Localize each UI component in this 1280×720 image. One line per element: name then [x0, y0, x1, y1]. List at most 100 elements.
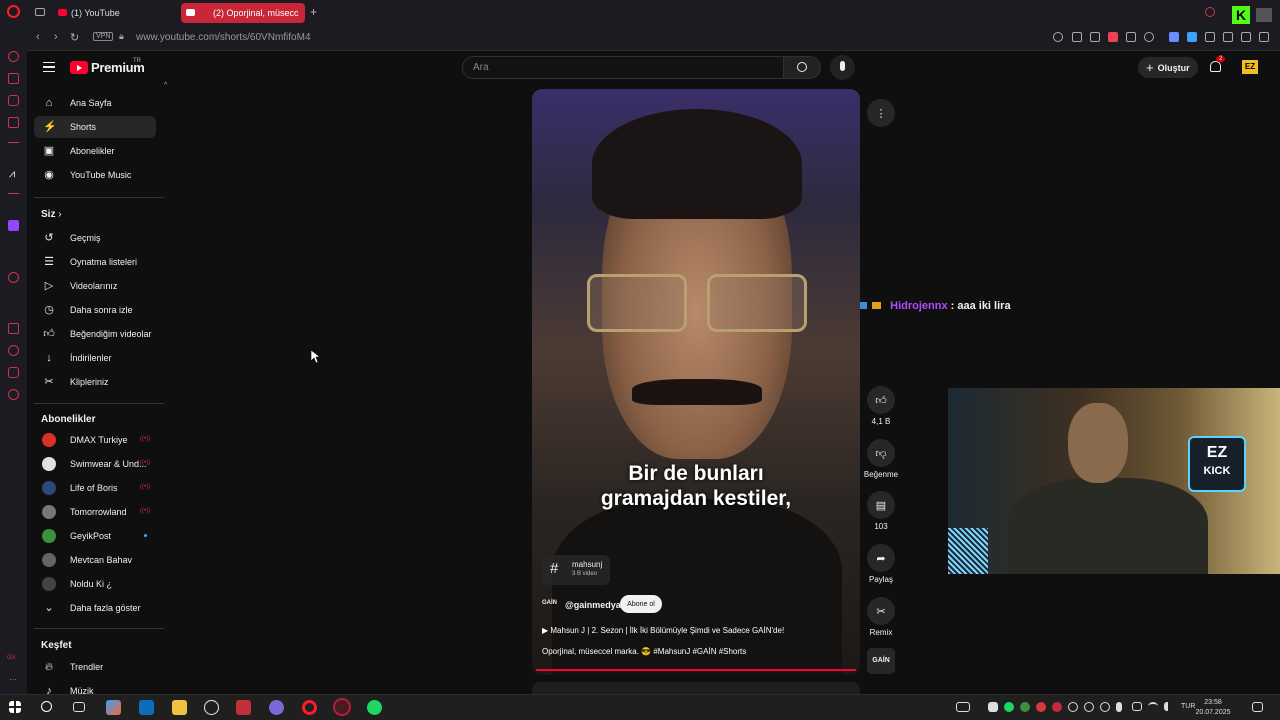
gx-icon[interactable]: GX [7, 655, 16, 661]
tray-discord-icon[interactable] [988, 702, 998, 712]
snapshot-icon[interactable] [1090, 32, 1100, 42]
more-options-button[interactable]: ⋮ [867, 99, 895, 127]
instagram-icon[interactable] [8, 95, 19, 106]
sidebar-item-like[interactable]: 👍︎ Beğendiğim videolar [34, 323, 156, 345]
sidebar-item-subscription[interactable]: Noldu Ki ¿ [34, 573, 156, 595]
sidebar-item-music[interactable]: ◉ YouTube Music [34, 164, 156, 186]
sidebar-item-subscription[interactable]: DMAX Turkiye ((•)) [34, 429, 156, 451]
display-icon[interactable] [1132, 702, 1142, 711]
sound-icon[interactable] [1169, 32, 1179, 42]
tray-app-icon[interactable] [1020, 702, 1030, 712]
like-button[interactable]: 👍︎ [867, 386, 895, 414]
opera-logo-icon[interactable] [7, 5, 20, 18]
tray-app-icon[interactable] [1084, 702, 1094, 712]
channel-thumbnail[interactable]: GAİN [867, 648, 895, 674]
sidebar-scroll-up-icon[interactable]: ^ [164, 82, 167, 89]
settings-icon[interactable] [8, 389, 19, 400]
sidebar-item-home[interactable]: ⌂ Ana Sayfa [34, 92, 156, 114]
channel-avatar[interactable]: GAİN [542, 600, 557, 606]
keyboard-icon[interactable] [956, 702, 970, 712]
wifi-icon[interactable] [1148, 702, 1158, 711]
app-icon[interactable] [204, 700, 219, 715]
sidebar-item-history[interactable]: ↺ Geçmiş [34, 227, 156, 249]
opera-gx-icon[interactable] [333, 698, 351, 716]
tray-spotify-icon[interactable] [1004, 702, 1014, 712]
reload-icon[interactable]: ↻ [70, 31, 79, 44]
menu-icon[interactable] [1259, 32, 1269, 42]
search-tabs-icon[interactable] [1205, 7, 1215, 17]
kick-sidebar-icon[interactable]: ⩘ [9, 168, 15, 181]
outlook-icon[interactable] [139, 700, 154, 715]
sidebar-item-scissors[interactable]: ✂ Klipleriniz [34, 371, 156, 393]
task-view-icon[interactable] [73, 702, 85, 712]
pinboard-icon[interactable] [8, 323, 19, 334]
sidebar-item-trending[interactable]: 🔥︎ Trendler [34, 656, 156, 678]
sidebar-item-subscription[interactable]: GeyikPost [34, 525, 156, 547]
tab-youtube[interactable]: (1) YouTube [53, 3, 178, 23]
tray-app-icon[interactable] [1036, 702, 1046, 712]
sidebar-item-subscription[interactable]: Mevtcan Bahav [34, 549, 156, 571]
channel-name[interactable]: @gainmedya [565, 600, 621, 610]
pin-icon[interactable] [1072, 32, 1082, 42]
sidebar-item-clock[interactable]: ◷ Daha sonra izle [34, 299, 156, 321]
spotify-icon[interactable] [367, 700, 382, 715]
tab-overview-icon[interactable] [35, 8, 45, 16]
download-icon[interactable] [1241, 32, 1251, 42]
tab-icon[interactable] [1126, 32, 1136, 42]
volume-icon[interactable] [1164, 702, 1174, 711]
zoom-icon[interactable] [1053, 32, 1063, 42]
tab-shorts[interactable]: (2) Oporjinal, müsecc [181, 3, 305, 23]
voice-search-button[interactable] [830, 55, 855, 80]
lock-icon[interactable]: 🔒︎ [119, 31, 124, 42]
tray-app-icon[interactable] [1068, 702, 1078, 712]
system-clock[interactable]: 23:58 20.07.2025 [1195, 698, 1230, 718]
avatar[interactable]: EZ [1242, 60, 1258, 74]
comments-button[interactable]: ▤ [867, 491, 895, 519]
extensions-sidebar-icon[interactable] [8, 367, 19, 378]
player-icon[interactable] [8, 272, 19, 283]
opera-icon[interactable] [302, 700, 317, 715]
search-icon[interactable] [41, 701, 52, 712]
video-editor-icon[interactable] [236, 700, 251, 715]
subscribe-button[interactable]: Abone ol [620, 595, 662, 613]
aria-icon[interactable] [8, 51, 19, 62]
sidebar-item-download[interactable]: ↓ İndirilenler [34, 347, 156, 369]
shorts-video-player[interactable]: Bir de bunları gramajdan kestiler, # mah… [532, 89, 860, 675]
file-explorer-icon[interactable] [172, 700, 187, 715]
share-button[interactable]: ➦ [867, 544, 895, 572]
back-icon[interactable]: ‹ [36, 31, 40, 43]
windows-start-icon[interactable] [9, 701, 21, 713]
hamburger-menu-icon[interactable] [43, 62, 55, 72]
show-more-button[interactable]: ⌄ Daha fazla göster [34, 597, 156, 619]
sidebar-item-subscriptions[interactable]: ▣ Abonelikler [34, 140, 156, 162]
sidebar-item-video[interactable]: ▷ Videolarınız [34, 275, 156, 297]
mail-icon[interactable] [8, 117, 19, 128]
share-icon[interactable] [1223, 32, 1233, 42]
heart-icon[interactable] [1144, 32, 1154, 42]
dislike-button[interactable]: 👎︎ [867, 439, 895, 467]
sidebar-item-music-note[interactable]: ♪ Müzik [34, 680, 156, 702]
you-heading[interactable]: Siz › [41, 209, 62, 220]
search-input[interactable]: Ara [462, 56, 784, 79]
create-button[interactable]: + Oluştur [1138, 57, 1198, 78]
tray-app-icon[interactable] [1052, 702, 1062, 712]
video-title-link[interactable]: ▶ Mahsun J | 2. Sezon | İlk İki Bölümüyl… [542, 626, 784, 635]
notification-center-icon[interactable] [1252, 702, 1263, 712]
twitch-icon[interactable] [8, 220, 19, 231]
search-button[interactable] [783, 56, 821, 79]
shopping-icon[interactable] [8, 73, 19, 84]
sidebar-item-subscription[interactable]: Swimwear & Und... ((•)) [34, 453, 156, 475]
remix-button[interactable]: ✂ [867, 597, 895, 625]
vpn-badge[interactable]: VPN [93, 32, 114, 41]
sidebar-item-shorts[interactable]: ⚡ Shorts [34, 116, 156, 138]
discord-icon[interactable] [269, 700, 284, 715]
copilot-icon[interactable] [106, 700, 121, 715]
new-tab-button[interactable]: + [310, 5, 317, 19]
hashtag-chip[interactable]: # mahsunj 3 B video [542, 555, 610, 585]
more-icon[interactable]: ··· [9, 675, 17, 684]
tray-app-icon[interactable] [1100, 702, 1110, 712]
notifications-button[interactable]: 2 [1210, 56, 1226, 73]
pocket-icon[interactable] [1108, 32, 1118, 42]
translate-icon[interactable] [1187, 32, 1197, 42]
video-progress-bar[interactable] [536, 669, 856, 671]
